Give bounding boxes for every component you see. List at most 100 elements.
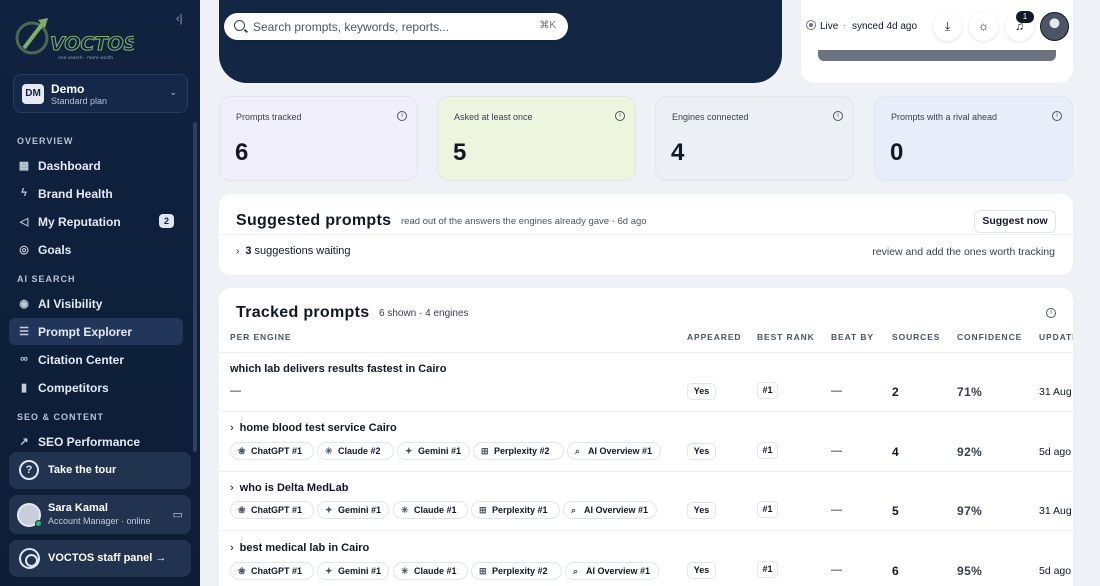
chevron-down-icon: ⌄ xyxy=(169,87,177,97)
info-icon[interactable]: i xyxy=(397,111,407,121)
engine-chip-claude[interactable]: ✳ Claude #1 xyxy=(393,562,468,580)
sidebar-item-prompt-explorer[interactable]: ☰ Prompt Explorer xyxy=(9,318,183,345)
col-best-rank[interactable]: BEST RANK xyxy=(757,332,815,342)
engine-chip-perplexity[interactable]: ⊞ Perplexity #2 xyxy=(471,562,562,580)
rank-badge: #1 xyxy=(757,442,778,459)
grid-icon: ▦ xyxy=(18,160,30,172)
profile-avatar[interactable] xyxy=(1040,12,1069,41)
user-role: Account Manager · online xyxy=(48,516,151,526)
sidebar-item-brand-health[interactable]: ϟ Brand Health xyxy=(9,180,183,207)
engine-chip-ai-overview[interactable]: ⌕ AI Overview #1 xyxy=(567,442,661,460)
updated-value: 5d ago xyxy=(1039,446,1072,458)
chip-label: AI Overview #1 xyxy=(588,446,653,456)
voctos-logo[interactable]: VOCTOS one search · more worth xyxy=(14,12,134,62)
search-icon xyxy=(234,20,245,31)
tracked-meta: 6 shown · 4 engines xyxy=(379,308,469,319)
engine-chip-chatgpt[interactable]: ❀ ChatGPT #1 xyxy=(230,442,314,460)
sidebar-item-my-reputation[interactable]: ◁ My Reputation 2 xyxy=(9,208,183,235)
no-engines: — xyxy=(230,385,241,397)
col-confidence[interactable]: CONFIDENCE xyxy=(957,332,1022,342)
download-icon: ⤓ xyxy=(944,19,951,33)
link-icon: ∞ xyxy=(20,353,28,365)
engine-chip-perplexity[interactable]: ⊞ Perplexity #2 xyxy=(473,442,564,460)
chip-label: ChatGPT #1 xyxy=(251,446,303,456)
divider xyxy=(219,352,1073,353)
engine-chip-gemini[interactable]: ✦ Gemini #1 xyxy=(317,501,389,519)
engine-chip-claude[interactable]: ✳ Claude #2 xyxy=(317,442,394,460)
stat-card-prompts-tracked: Prompts tracked i 6 xyxy=(219,96,418,181)
tracked-title: Tracked prompts xyxy=(236,304,370,321)
message-icon[interactable]: ▭ xyxy=(173,508,183,521)
info-icon[interactable]: i xyxy=(1046,308,1056,318)
megaphone-icon: ◁ xyxy=(19,216,29,228)
prompt-label: who is Delta MedLab xyxy=(239,482,349,494)
bar-chart-icon: ▮ xyxy=(20,382,28,394)
sources-value: 2 xyxy=(892,385,899,399)
search-input[interactable]: Search prompts, keywords, reports... ⌘K xyxy=(224,13,568,40)
perplexity-icon: ⊞ xyxy=(481,446,489,456)
workspace-plan: Standard plan xyxy=(51,96,108,106)
sidebar-item-goals[interactable]: ◎ Goals xyxy=(9,236,183,263)
col-per-engine[interactable]: PER ENGINE xyxy=(230,332,291,342)
engine-chip-gemini[interactable]: ✦ Gemini #1 xyxy=(397,442,470,460)
confidence-value: 97% xyxy=(957,504,983,518)
engine-chip-ai-overview[interactable]: ⌕ AI Overview #1 xyxy=(563,501,657,519)
sidebar-item-dashboard[interactable]: ▦ Dashboard xyxy=(9,152,183,179)
chip-label: Gemini #1 xyxy=(418,446,462,456)
sidebar-item-citation-center[interactable]: ∞ Citation Center xyxy=(9,346,183,373)
col-appeared[interactable]: APPEARED xyxy=(687,332,741,342)
chevron-right-icon: › xyxy=(230,482,234,494)
staff-panel-button[interactable]: VOCTOS staff panel → xyxy=(9,540,191,577)
engine-chip-claude[interactable]: ✳ Claude #1 xyxy=(393,501,468,519)
suggest-now-button[interactable]: Suggest now xyxy=(974,210,1056,233)
section-overview: OVERVIEW xyxy=(17,136,74,146)
suggestions-toggle[interactable]: › 3 suggestions waiting xyxy=(236,245,351,257)
prompt-text[interactable]: › home blood test service Cairo xyxy=(230,422,397,434)
info-icon[interactable]: i xyxy=(615,111,625,121)
sidebar-item-seo-performance[interactable]: ↗ SEO Performance xyxy=(9,428,183,455)
engine-chip-gemini[interactable]: ✦ Gemini #1 xyxy=(317,562,389,580)
prompt-text[interactable]: › who is Delta MedLab xyxy=(230,482,348,494)
gemini-icon: ✦ xyxy=(325,566,333,576)
brand-name: VOCTOS xyxy=(50,33,134,55)
sidebar-item-competitors[interactable]: ▮ Competitors xyxy=(9,374,183,401)
perplexity-icon: ⊞ xyxy=(479,566,487,576)
col-sources[interactable]: SOURCES xyxy=(892,332,940,342)
engine-chip-ai-overview[interactable]: ⌕ AI Overview #1 xyxy=(565,562,659,580)
beat-by-value: — xyxy=(831,445,842,457)
claude-icon: ✳ xyxy=(325,446,333,456)
chip-label: Perplexity #2 xyxy=(492,566,548,576)
perplexity-icon: ⊞ xyxy=(479,505,487,515)
take-tour-button[interactable]: ? Take the tour xyxy=(9,452,191,489)
prompt-text[interactable]: › best medical lab in Cairo xyxy=(230,542,369,554)
engine-chip-perplexity[interactable]: ⊞ Perplexity #1 xyxy=(471,501,560,519)
info-icon[interactable]: i xyxy=(1052,111,1062,121)
info-icon[interactable]: i xyxy=(833,111,843,121)
ai-overview-icon: ⌕ xyxy=(575,446,581,456)
chevron-right-icon: › xyxy=(230,422,234,434)
sidebar-item-ai-visibility[interactable]: ◉ AI Visibility xyxy=(9,290,183,317)
engine-chip-chatgpt[interactable]: ❀ ChatGPT #1 xyxy=(230,562,314,580)
chip-label: AI Overview #1 xyxy=(586,566,651,576)
collapse-sidebar-icon[interactable]: ‹| xyxy=(176,13,183,25)
col-updated[interactable]: UPDATED xyxy=(1039,332,1073,342)
sync-status: Live · synced 4d ago xyxy=(800,13,926,40)
search-shortcut: ⌘K xyxy=(539,20,556,31)
sun-icon: ☼ xyxy=(978,19,989,33)
chip-label: Claude #1 xyxy=(414,566,457,576)
workspace-switcher[interactable]: DM Demo Standard plan ⌄ xyxy=(13,74,188,113)
theme-toggle-button[interactable]: ☼ xyxy=(969,12,998,41)
engine-chip-chatgpt[interactable]: ❀ ChatGPT #1 xyxy=(230,501,314,519)
ai-overview-icon: ⌕ xyxy=(571,505,577,515)
reputation-badge: 2 xyxy=(159,214,174,228)
download-button[interactable]: ⤓ xyxy=(933,12,962,41)
list-icon: ☰ xyxy=(19,326,29,338)
col-beat-by[interactable]: BEAT BY xyxy=(831,332,874,342)
confidence-value: 95% xyxy=(957,564,983,578)
sources-value: 4 xyxy=(892,445,899,459)
suggested-title: Suggested prompts xyxy=(236,212,392,229)
sidebar-scrollbar[interactable] xyxy=(193,122,197,452)
stat-card-asked-once: Asked at least once i 5 xyxy=(437,96,636,181)
user-card[interactable]: Sara Kamal Account Manager · online ▭ xyxy=(9,495,191,534)
beat-by-value: — xyxy=(831,504,842,516)
